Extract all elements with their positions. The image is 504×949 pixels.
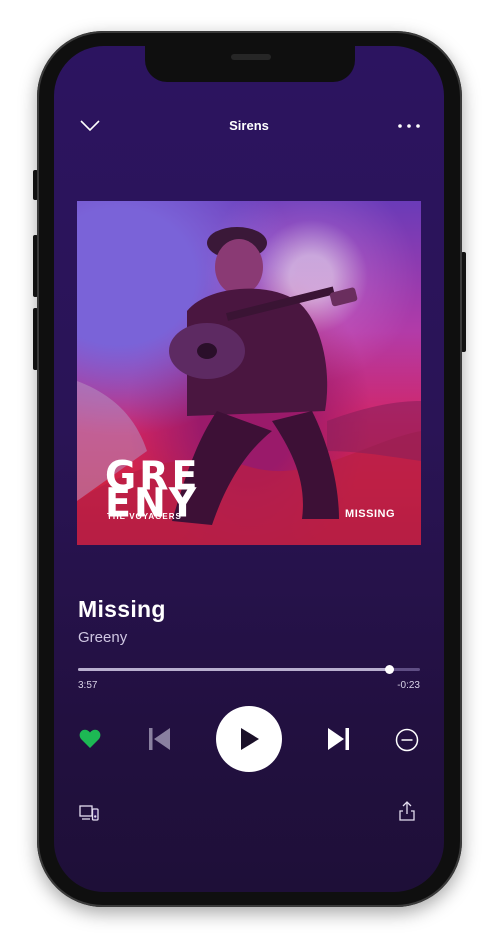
playback-controls xyxy=(54,706,444,786)
notch xyxy=(145,46,355,82)
like-button[interactable] xyxy=(76,726,104,752)
skip-forward-icon xyxy=(328,728,349,750)
top-bar: Sirens xyxy=(54,110,444,144)
progress-bar[interactable] xyxy=(78,665,420,674)
now-playing-screen: Sirens GRE ENY THE VOYAGERS MISSING Miss… xyxy=(54,46,444,892)
connect-devices-button[interactable] xyxy=(76,802,102,824)
hide-song-button[interactable] xyxy=(393,726,421,754)
play-button[interactable] xyxy=(216,706,282,772)
more-options-button[interactable] xyxy=(394,114,424,138)
playlist-title: Sirens xyxy=(229,118,269,133)
play-icon xyxy=(241,728,259,750)
track-artist[interactable]: Greeny xyxy=(78,629,127,646)
devices-icon xyxy=(79,805,99,821)
album-logo-subtitle: THE VOYAGERS xyxy=(107,512,182,521)
minus-circle-icon xyxy=(395,728,419,752)
remaining-time: -0:23 xyxy=(397,680,420,691)
album-art: GRE ENY THE VOYAGERS MISSING xyxy=(77,201,421,545)
share-button[interactable] xyxy=(395,798,419,824)
previous-button[interactable] xyxy=(144,724,174,754)
next-button[interactable] xyxy=(324,724,354,754)
album-art-title: MISSING xyxy=(345,508,395,520)
progress-knob[interactable] xyxy=(385,665,395,674)
skip-back-icon xyxy=(149,728,170,750)
track-title: Missing xyxy=(78,596,166,622)
more-horizontal-icon xyxy=(398,124,420,128)
heart-icon xyxy=(79,729,101,748)
progress-fill xyxy=(78,668,390,671)
share-icon xyxy=(399,801,415,821)
elapsed-time: 3:57 xyxy=(78,680,98,691)
earpiece-speaker xyxy=(231,54,271,60)
